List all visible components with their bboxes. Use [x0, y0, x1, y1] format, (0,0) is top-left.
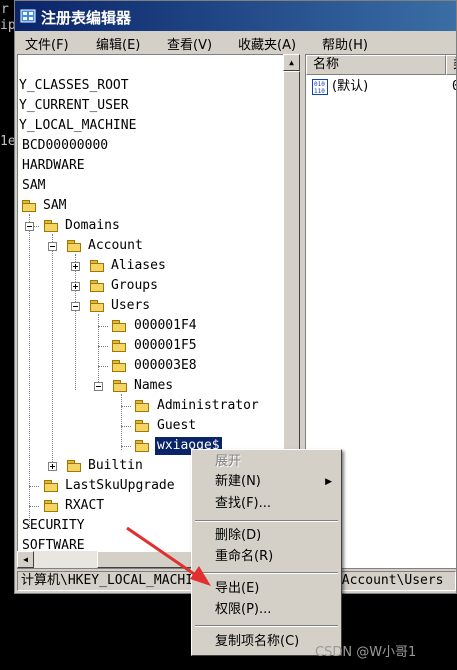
menu-item-permissions[interactable]: 权限(P)... [193, 600, 340, 620]
list-row-name: (默认) [332, 79, 369, 94]
folder-icon [22, 200, 36, 212]
menu-item-new[interactable]: 新建(N) ▶ [193, 472, 340, 492]
tree-item-label: Administrator [157, 398, 259, 413]
scroll-thumb[interactable] [283, 71, 300, 451]
tree-item-label: Users [111, 298, 151, 313]
expand-toggle-icon[interactable] [71, 282, 80, 291]
window-title: 注册表编辑器 [41, 9, 132, 27]
collapse-toggle-icon[interactable] [71, 302, 80, 311]
title-bar[interactable]: 注册表编辑器 [15, 1, 456, 31]
folder-icon [44, 500, 58, 512]
tree-connector [75, 254, 76, 390]
folder-icon [112, 360, 126, 372]
folder-icon [90, 300, 104, 312]
tree-item-label: Domains [65, 218, 120, 233]
svg-text:110: 110 [314, 88, 325, 95]
tree-item-label: Names [134, 378, 174, 393]
folder-icon [113, 380, 127, 392]
tree-connector [29, 214, 30, 528]
tree-item-label: BCD00000000 [22, 138, 109, 153]
folder-icon [44, 480, 58, 492]
expand-toggle-icon[interactable] [48, 462, 57, 471]
tree-item-label: Builtin [88, 458, 143, 473]
menu-separator [195, 520, 338, 522]
tree-connector [98, 326, 108, 327]
folder-icon [112, 320, 126, 332]
submenu-arrow-icon: ▶ [325, 477, 332, 487]
tree-item-label: 000003E8 [134, 358, 197, 373]
string-value-icon: 010 110 [312, 79, 328, 95]
menu-help[interactable]: 帮助(H) [322, 34, 368, 53]
menu-item-export[interactable]: 导出(E) [193, 579, 340, 599]
scroll-up-icon[interactable]: ▲ [283, 54, 300, 71]
menu-file[interactable]: 文件(F) [25, 34, 69, 53]
menu-edit[interactable]: 编辑(E) [96, 34, 140, 53]
folder-icon [135, 400, 149, 412]
tree-item-label: Groups [111, 278, 158, 293]
column-header-type[interactable]: 类 [446, 55, 456, 75]
menu-item-new-label: 新建(N) [215, 474, 261, 489]
folder-icon [67, 240, 81, 252]
folder-icon [112, 340, 126, 352]
menu-item-expand[interactable]: 展开 [193, 452, 340, 472]
tree-connector [121, 426, 131, 427]
list-row-value: 0 [452, 78, 456, 96]
tree-item-label: RXACT [65, 498, 105, 513]
tree-item-label: 000001F4 [134, 318, 197, 333]
tree-item-label: Guest [157, 418, 197, 433]
tree-item-label: Y_LOCAL_MACHINE [19, 118, 137, 133]
tree-item-label: 000001F5 [134, 338, 197, 353]
menu-item-rename[interactable]: 重命名(R) [193, 547, 340, 567]
tree-item-label: HARDWARE [22, 158, 85, 173]
regedit-app-icon [20, 9, 36, 23]
folder-icon [135, 440, 149, 452]
menu-item-delete[interactable]: 删除(D) [193, 526, 340, 546]
context-menu: 展开 新建(N) ▶ 查找(F)... 删除(D) 重命名(R) 导出(E) 权… [191, 449, 342, 656]
folder-icon [90, 260, 104, 272]
scroll-left-icon[interactable]: ◀ [17, 551, 34, 568]
menu-separator [195, 572, 338, 574]
collapse-toggle-icon[interactable] [94, 382, 103, 391]
list-row[interactable]: 010 110 (默认) 0 [310, 78, 456, 96]
folder-icon [90, 280, 104, 292]
tree-item-label: Account [88, 238, 143, 253]
folder-icon [135, 420, 149, 432]
tree-connector [121, 446, 131, 447]
menu-view[interactable]: 查看(V) [167, 34, 212, 53]
tree-connector [29, 486, 39, 487]
tree-connector [52, 234, 53, 468]
svg-text:010: 010 [314, 81, 325, 88]
tree-item-label: LastSkuUpgrade [65, 478, 175, 493]
tree-item-label: SAM [43, 198, 67, 213]
tree-item-label: Aliases [111, 258, 166, 273]
tree-item-label: SAM [22, 178, 46, 193]
menu-separator [195, 625, 338, 627]
folder-icon [67, 460, 81, 472]
tree-item-label: SECURITY [22, 518, 85, 533]
menu-item-find[interactable]: 查找(F)... [193, 494, 340, 514]
tree-item-label: Y_CLASSES_ROOT [19, 78, 129, 93]
tree-item-label: Y_CURRENT_USER [19, 98, 129, 113]
tree-connector [121, 406, 131, 407]
tree-connector [121, 394, 122, 450]
expand-toggle-icon[interactable] [71, 262, 80, 271]
tree-connector [98, 346, 108, 347]
collapse-toggle-icon[interactable] [48, 242, 57, 251]
menu-favorites[interactable]: 收藏夹(A) [238, 34, 296, 53]
tree-connector [29, 506, 39, 507]
tree-connector [98, 366, 108, 367]
collapse-toggle-icon[interactable] [25, 222, 34, 231]
menu-bar: 文件(F) 编辑(E) 查看(V) 收藏夹(A) 帮助(H) [15, 31, 456, 53]
column-header-name[interactable]: 名称 [306, 55, 446, 75]
watermark: CSDN @W小哥1 [315, 645, 417, 660]
background-fragment: r [1, 2, 9, 17]
folder-icon [44, 220, 58, 232]
